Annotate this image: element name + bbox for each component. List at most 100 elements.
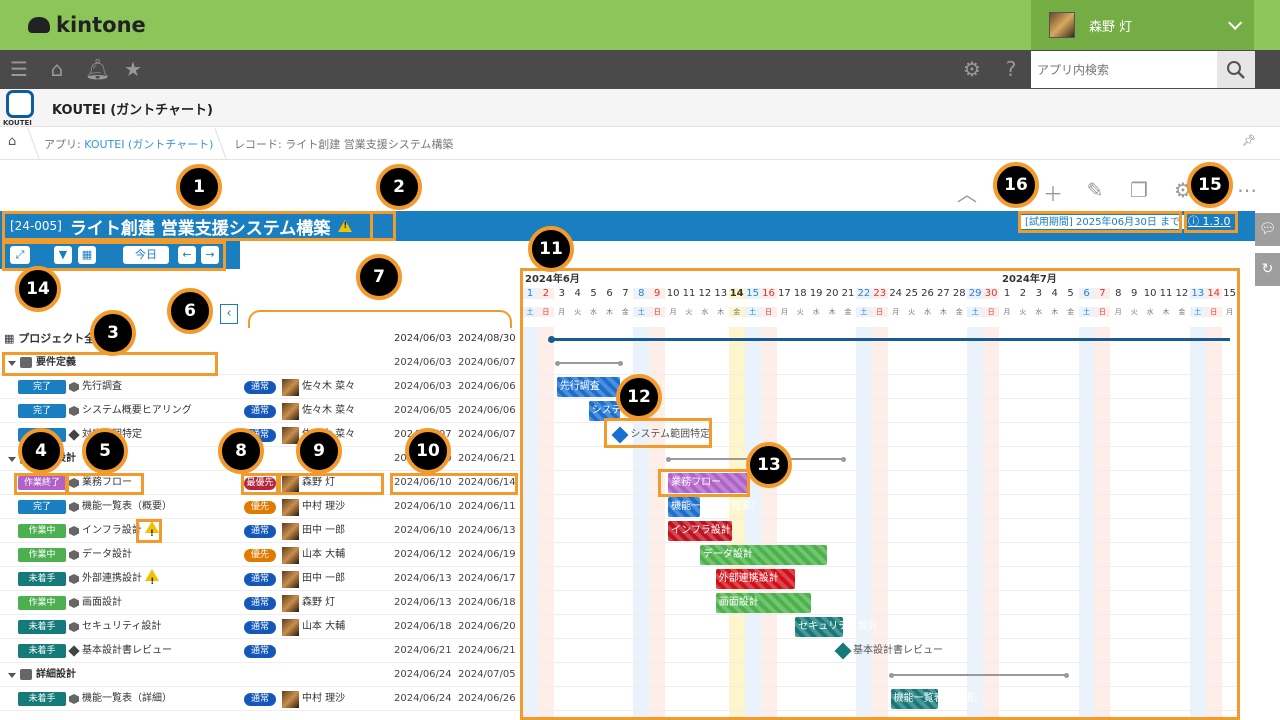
- expand-arrow-icon[interactable]: [8, 457, 16, 462]
- avatar: [282, 691, 299, 708]
- task-name: 機能一覧表（詳細）: [82, 693, 172, 704]
- avatar: [282, 595, 299, 612]
- task-icon: [69, 598, 79, 608]
- end-date: 2024/06/06: [458, 381, 516, 392]
- priority-badge: 通常: [244, 525, 276, 538]
- group-name: 詳細設計: [36, 669, 76, 680]
- end-date: 2024/06/06: [458, 405, 516, 416]
- app-icon[interactable]: [6, 90, 34, 118]
- assignee-name: 中村 理沙: [302, 693, 346, 704]
- edit-icon[interactable]: ✎: [1082, 178, 1108, 202]
- start-date: 2024/06/05: [394, 405, 452, 416]
- start-date: 2024/06/13: [394, 597, 452, 608]
- highlight-1: [2, 211, 396, 241]
- task-icon: [69, 622, 79, 632]
- highlight-4: [14, 473, 68, 495]
- highlight-8: [241, 473, 279, 495]
- task-icon: [69, 694, 79, 704]
- collapse-panel-button[interactable]: ‹: [220, 304, 238, 324]
- priority-badge: 通常: [244, 381, 276, 394]
- annotation-marker: 6: [167, 288, 213, 334]
- annotation-marker: 1: [176, 164, 222, 210]
- highlight-9: [278, 473, 384, 495]
- priority-badge: 通常: [244, 621, 276, 634]
- status-badge: 未着手: [18, 620, 66, 634]
- end-date: 2024/06/18: [458, 597, 516, 608]
- status-badge: 未着手: [18, 644, 66, 658]
- avatar: [282, 403, 299, 420]
- history-icon[interactable]: ↻: [1255, 253, 1280, 286]
- status-badge: 作業中: [18, 596, 66, 610]
- task-name: システム概要ヒアリング: [82, 405, 192, 416]
- end-date: 2024/06/19: [458, 549, 516, 560]
- end-date: 2024/06/11: [458, 501, 516, 512]
- priority-badge: 優先: [244, 501, 276, 514]
- start-date: 2024/06/03: [394, 381, 452, 392]
- search-input[interactable]: [1031, 51, 1217, 88]
- highlight-12: [604, 418, 712, 448]
- start-date: 2024/06/24: [394, 669, 452, 680]
- avatar: [282, 427, 299, 444]
- search-button[interactable]: [1217, 51, 1255, 88]
- highlight-15: [1184, 211, 1238, 233]
- priority-badge: 通常: [244, 693, 276, 706]
- status-badge: 完了: [18, 404, 66, 418]
- assignee-name: 山本 大輔: [302, 549, 346, 560]
- menu-icon[interactable]: ☰: [8, 58, 30, 80]
- pin-icon[interactable]: 📌︎: [1242, 134, 1256, 147]
- bell-icon[interactable]: 🔔︎: [85, 58, 110, 80]
- start-date: 2024/06/12: [394, 549, 452, 560]
- gear-icon[interactable]: ⚙: [961, 58, 983, 80]
- project-row[interactable]: ▦ プロジェクト全体 2024/06/03 2024/08/30: [0, 327, 520, 351]
- highlight-16: [1018, 211, 1182, 233]
- chevron-up-icon[interactable]: ︿: [954, 178, 980, 207]
- highlight-warn: [136, 519, 162, 543]
- comment-icon[interactable]: 💬︎: [1255, 213, 1280, 246]
- breadcrumb-app[interactable]: アプリ: KOUTEI (ガントチャート): [44, 136, 213, 152]
- warning-icon: [145, 569, 160, 594]
- task-name: データ設計: [82, 549, 132, 560]
- annotation-marker: 12: [616, 374, 662, 420]
- task-name: 外部連携設計: [82, 567, 160, 594]
- assignee-name: 佐々木 菜々: [302, 381, 356, 392]
- kintone-logo[interactable]: kintone: [28, 10, 146, 40]
- add-record-icon[interactable]: ＋: [1040, 178, 1066, 207]
- expand-arrow-icon[interactable]: [8, 673, 16, 678]
- home-icon[interactable]: ⌂: [46, 58, 68, 80]
- task-icon: [69, 382, 79, 392]
- kintone-logo-icon: [28, 17, 50, 33]
- highlight-5: [66, 473, 144, 495]
- avatar: [282, 523, 299, 540]
- start-date: 2024/06/18: [394, 621, 452, 632]
- avatar: [282, 619, 299, 636]
- start-date: 2024/06/10: [394, 525, 452, 536]
- status-badge: 作業中: [18, 524, 66, 538]
- priority-badge: 通常: [244, 597, 276, 610]
- task-name: 画面設計: [82, 597, 122, 608]
- app-title: KOUTEI (ガントチャート): [52, 103, 213, 118]
- priority-badge: 通常: [244, 645, 276, 658]
- end-date: 2024/06/07: [458, 429, 516, 440]
- copy-icon[interactable]: ❐: [1126, 178, 1152, 202]
- help-icon[interactable]: ?: [1000, 58, 1022, 80]
- task-name: 先行調査: [82, 381, 122, 392]
- user-menu[interactable]: 森野 灯: [1031, 0, 1254, 50]
- more-icon[interactable]: ⋯: [1234, 178, 1260, 202]
- start-date: 2024/06/21: [394, 645, 452, 656]
- status-badge: 未着手: [18, 572, 66, 586]
- end-date: 2024/06/17: [458, 573, 516, 584]
- assignee-name: 佐々木 菜々: [302, 405, 356, 416]
- star-icon[interactable]: ★: [122, 58, 144, 80]
- task-name: 機能一覧表（概要）: [82, 501, 172, 512]
- start-date: 2024/06/03: [394, 357, 452, 368]
- milestone-icon: [68, 645, 80, 657]
- chevron-down-icon: [1228, 15, 1243, 30]
- annotation-marker: 13: [746, 442, 792, 488]
- task-name: セキュリティ設計: [82, 621, 162, 632]
- task-icon: [69, 574, 79, 584]
- assignee-name: 中村 理沙: [302, 501, 346, 512]
- annotation-marker: 3: [90, 310, 136, 356]
- highlight-2: [370, 211, 396, 241]
- annotation-marker: 14: [15, 266, 61, 312]
- start-date: 2024/06/24: [394, 693, 452, 704]
